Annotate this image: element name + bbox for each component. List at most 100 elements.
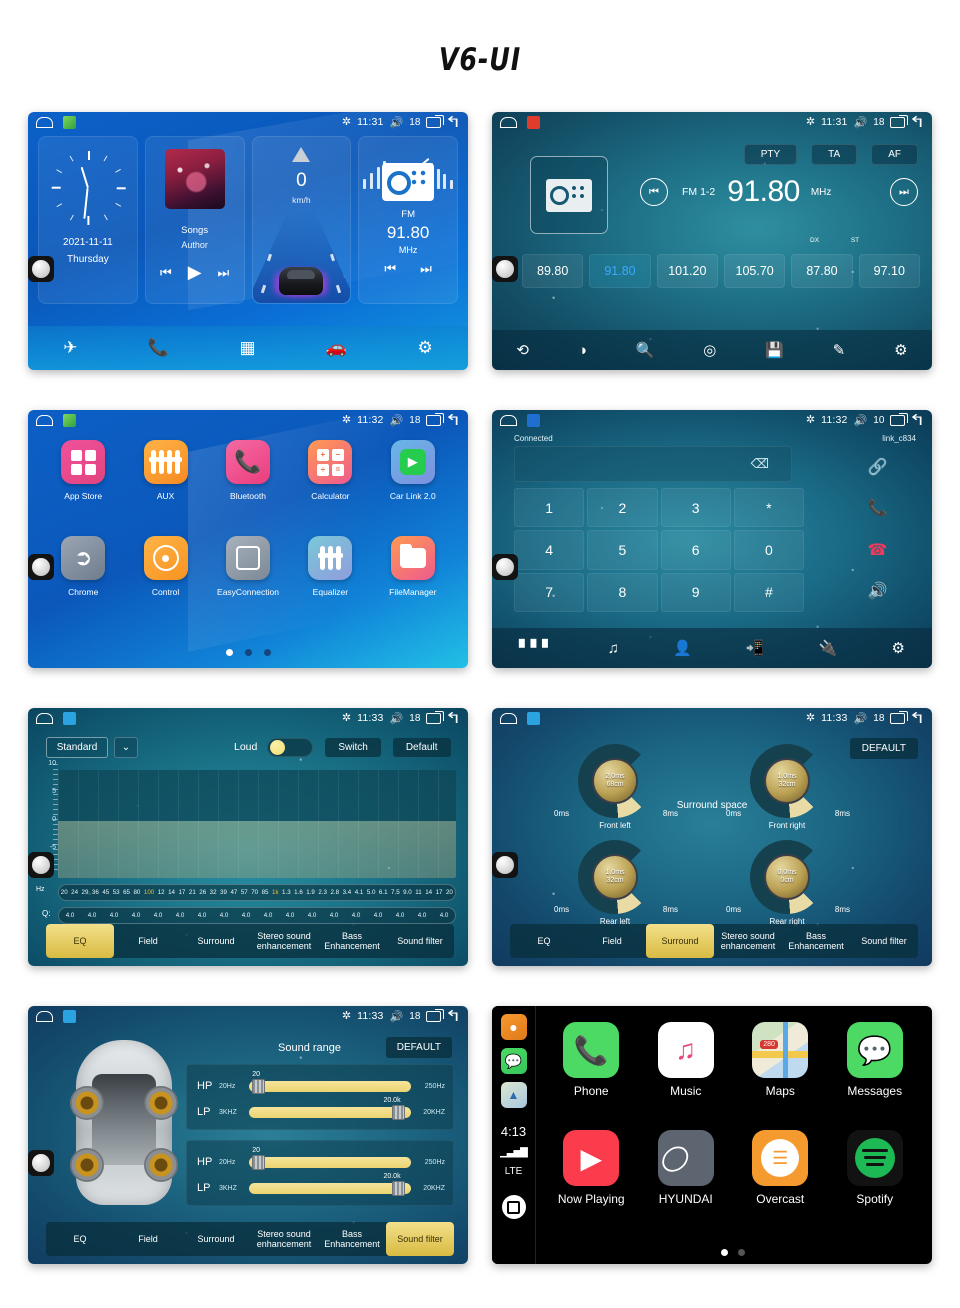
recents-icon[interactable] [426, 114, 445, 128]
tab-stereo-sound-enhancement[interactable]: Stereo sound enhancement [250, 924, 318, 958]
key-8[interactable]: 8 [587, 572, 658, 612]
backspace-icon[interactable]: ⌫ [751, 456, 769, 472]
location-icon[interactable]: ◎ [703, 341, 716, 359]
play-icon[interactable]: ▶ [188, 262, 202, 283]
equalizer-app-badge-icon[interactable] [527, 711, 540, 725]
call-end-icon[interactable]: ☎ [835, 529, 920, 571]
recents-icon[interactable] [890, 412, 909, 426]
knob-rear-left[interactable]: 1.0ms 32cm 0ms 8ms Rear left [554, 840, 678, 926]
panel-surround[interactable]: ✲ 11:33 🔊 18 ↰ DEFAULT 2.0ms 68cm 0ms 8m… [492, 708, 932, 966]
widget-navigation[interactable]: 0 km/h [251, 136, 352, 304]
app-app-store[interactable]: App Store [42, 440, 124, 536]
panel-app-drawer[interactable]: ✲ 11:32 🔊 18 ↰ App Store AUX 📞 Bluetooth… [28, 410, 468, 668]
key-6[interactable]: 6 [660, 530, 731, 570]
hardware-knob[interactable] [492, 852, 518, 878]
home-icon[interactable] [499, 117, 518, 129]
preset-button[interactable]: 87.80 [791, 254, 853, 288]
app-badge-icon[interactable] [63, 115, 76, 129]
app-control[interactable]: Control [124, 536, 206, 632]
af-button[interactable]: AF [871, 144, 918, 165]
tune-down-button[interactable]: ⏮ [640, 178, 668, 206]
carplay-app-music[interactable]: ♫ Music [639, 1022, 734, 1130]
tab-eq[interactable]: EQ [510, 924, 578, 958]
home-icon[interactable] [35, 415, 54, 427]
preset-button[interactable]: 101.20 [656, 254, 718, 288]
home-icon[interactable] [499, 415, 518, 427]
connect-icon[interactable]: 🔌 [819, 639, 838, 657]
apps-icon[interactable]: ▦ [239, 338, 255, 358]
carplay-app-messages[interactable]: 💬 Messages [828, 1022, 923, 1130]
key-4[interactable]: 4 [514, 530, 585, 570]
widget-music[interactable]: Songs Author ⏮ ▶ ⏭ [144, 136, 245, 304]
key-star[interactable]: * [733, 488, 804, 528]
chevron-down-icon[interactable]: ⌄ [114, 736, 138, 758]
lp-slider[interactable]: 20.0k [249, 1173, 411, 1196]
tab-surround[interactable]: Surround [646, 924, 714, 958]
scan-icon[interactable]: ⟲ [516, 341, 529, 359]
carplay-app-phone[interactable]: 📞 Phone [544, 1022, 639, 1130]
page-dot[interactable] [738, 1249, 745, 1256]
hardware-knob[interactable] [28, 554, 54, 580]
key-1[interactable]: 1 [514, 488, 585, 528]
tab-field[interactable]: Field [578, 924, 646, 958]
recents-icon[interactable] [426, 710, 445, 724]
next-track-icon[interactable]: ⏭ [218, 265, 230, 281]
preset-button[interactable]: 97.10 [858, 254, 920, 288]
page-dot[interactable] [263, 649, 271, 656]
preset-button[interactable]: 89.80 [522, 254, 584, 288]
app-equalizer[interactable]: Equalizer [289, 536, 371, 632]
back-icon[interactable]: ↰ [909, 711, 926, 726]
overcast-icon[interactable]: ● [500, 1014, 527, 1040]
maps-icon[interactable]: ▲ [500, 1082, 527, 1108]
app-bluetooth[interactable]: 📞 Bluetooth [207, 440, 289, 536]
settings-icon[interactable]: ⚙ [891, 639, 904, 657]
panel-equalizer[interactable]: ✲ 11:33 🔊 18 ↰ Standard ⌄ Loud Switch De… [28, 708, 468, 966]
knob-rear-right[interactable]: 0.0ms 0cm 0ms 8ms Rear right [726, 840, 850, 926]
hardware-knob[interactable] [28, 1150, 54, 1176]
page-dot-active[interactable] [721, 1249, 728, 1256]
app-badge-icon[interactable] [63, 413, 76, 427]
radio-next-icon[interactable]: ⏭ [420, 261, 432, 277]
link-icon[interactable]: 🔗 [835, 446, 920, 488]
hardware-knob[interactable] [28, 852, 54, 878]
panel-sound-filter[interactable]: ✲ 11:33 🔊 18 ↰ Sound range DEFAULT HP 20… [28, 1006, 468, 1264]
carplay-app-spotify[interactable]: Spotify [828, 1130, 923, 1238]
recents-icon[interactable] [426, 412, 445, 426]
home-icon[interactable] [499, 713, 518, 725]
back-icon[interactable]: ↰ [445, 115, 462, 130]
tab-eq[interactable]: EQ [46, 924, 114, 958]
previous-track-icon[interactable]: ⏮ [160, 265, 172, 281]
panel-carplay[interactable]: ● 💬 ▲ 4:13 ▁▃▅▇ LTE 📞 Phone ♫ Music 280 … [492, 1006, 932, 1264]
tab-sound-filter[interactable]: Sound filter [850, 924, 918, 958]
settings-icon[interactable]: ⚙ [894, 341, 907, 359]
default-button[interactable]: DEFAULT [385, 1037, 452, 1058]
hp-slider[interactable]: 20 [249, 1071, 411, 1094]
carplay-app-maps[interactable]: 280 Maps [733, 1022, 828, 1130]
dial-number-input[interactable]: ⌫ [514, 446, 792, 482]
search-icon[interactable]: 🔍 [636, 341, 655, 359]
panel-home-screen[interactable]: ✲ 11:31 🔊 18 ↰ 2021-11-11 Thursday Songs… [28, 112, 468, 370]
settings-icon[interactable]: ⚙ [417, 338, 432, 358]
switch-button[interactable]: Switch [325, 737, 381, 757]
page-dot-active[interactable] [225, 649, 233, 656]
call-answer-icon[interactable]: 📞 [835, 488, 920, 530]
tab-stereo-sound-enhancement[interactable]: Stereo sound enhancement [714, 924, 782, 958]
default-button[interactable]: DEFAULT [849, 738, 918, 759]
hardware-knob[interactable] [492, 256, 518, 282]
eq-preset-select[interactable]: Standard [46, 736, 108, 758]
app-filemanager[interactable]: FileManager [372, 536, 454, 632]
tune-up-button[interactable]: ⏭ [890, 178, 918, 206]
knob-front-right[interactable]: 1.0ms 32cm 0ms 8ms Front right [726, 744, 850, 830]
page-dot[interactable] [244, 649, 252, 656]
key-5[interactable]: 5 [587, 530, 658, 570]
equalizer-app-badge-icon[interactable] [63, 711, 76, 725]
mode-icon[interactable]: ◑ [578, 342, 587, 359]
tab-bass-enhancement[interactable]: Bass Enhancement [318, 924, 386, 958]
radio-previous-icon[interactable]: ⏮ [384, 261, 396, 277]
app-chrome[interactable]: ➲ Chrome [42, 536, 124, 632]
tab-bass-enhancement[interactable]: Bass Enhancement [782, 924, 850, 958]
bluetooth-app-badge-icon[interactable] [527, 413, 540, 427]
back-icon[interactable]: ↰ [909, 413, 926, 428]
lp-slider[interactable]: 20.0k [249, 1097, 411, 1120]
carplay-app-hyundai[interactable]: ⃝ HYUNDAI [639, 1130, 734, 1238]
